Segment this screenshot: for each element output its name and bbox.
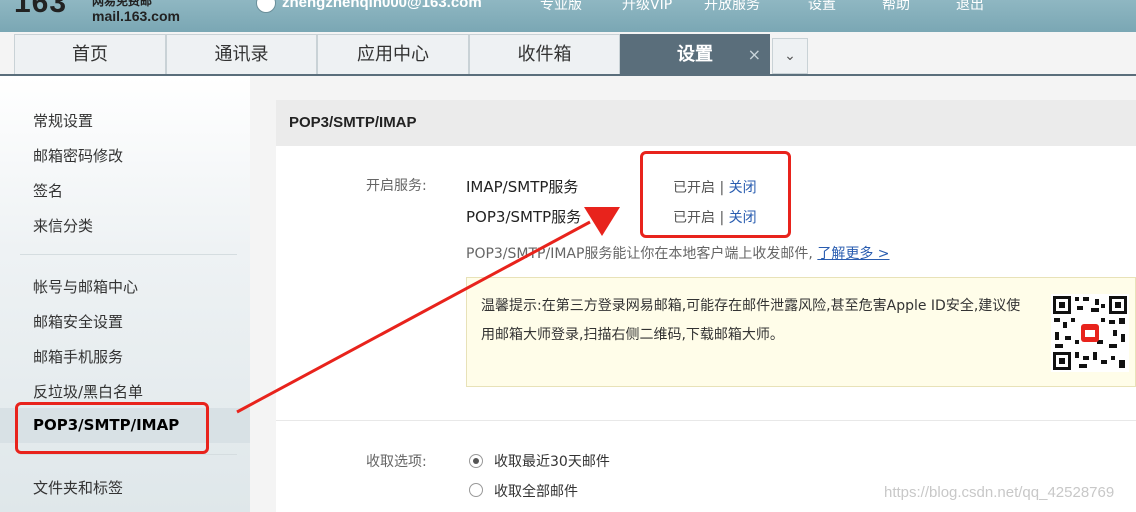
fetch-label: 收取选项: — [366, 454, 427, 470]
sidebar-item-mobile-service[interactable]: 邮箱手机服务 — [33, 346, 123, 367]
sidebar-item-account-center[interactable]: 帐号与邮箱中心 — [33, 276, 138, 297]
qr-code-icon[interactable] — [1051, 294, 1129, 372]
sidebar-item-mail-filter[interactable]: 来信分类 — [33, 215, 93, 236]
imap-service-name: IMAP/SMTP服务 — [466, 178, 579, 196]
sidebar-item-folders-tags[interactable]: 文件夹和标签 — [33, 477, 123, 498]
annotation-sidebar-box — [15, 402, 209, 454]
tab-bar: 首页 通讯录 应用中心 收件箱 设置 × ⌄ — [14, 34, 1136, 74]
logo-domain: mail.163.com — [92, 8, 180, 24]
sidebar-divider — [20, 254, 237, 255]
pop3-service-name: POP3/SMTP服务 — [466, 208, 582, 226]
sidebar-item-signature[interactable]: 签名 — [33, 180, 63, 201]
nav-logout[interactable]: 退出 — [956, 0, 984, 14]
watermark: https://blog.csdn.net/qq_42528769 — [884, 484, 1115, 501]
sidebar-divider — [20, 454, 237, 455]
description-text: POP3/SMTP/IMAP服务能让你在本地客户端上收发邮件, — [466, 246, 813, 262]
tab-home[interactable]: 首页 — [14, 34, 166, 74]
radio-recent-30-days[interactable] — [469, 454, 483, 468]
tab-app-center[interactable]: 应用中心 — [317, 34, 469, 74]
tab-settings-label: 设置 — [677, 44, 713, 65]
section-divider — [276, 420, 1136, 421]
sidebar-item-antispam[interactable]: 反垃圾/黑白名单 — [33, 381, 143, 402]
service-label: 开启服务: — [366, 178, 427, 194]
user-avatar-icon[interactable] — [256, 0, 276, 13]
nav-vip[interactable]: 升级VIP — [622, 0, 672, 14]
sidebar-item-password[interactable]: 邮箱密码修改 — [33, 145, 123, 166]
top-banner: 163 网易免费邮 mail.163.com zhengzhenqin000@1… — [0, 0, 1136, 32]
learn-more-link[interactable]: 了解更多 > — [817, 246, 889, 262]
sidebar-item-general[interactable]: 常规设置 — [33, 110, 93, 131]
annotation-status-box — [640, 151, 791, 238]
chevron-down-icon[interactable]: ⌄ — [772, 38, 808, 74]
nav-pro[interactable]: 专业版 — [540, 0, 582, 14]
sidebar-item-security[interactable]: 邮箱安全设置 — [33, 311, 123, 332]
page-title: POP3/SMTP/IMAP — [289, 114, 417, 131]
logo-163[interactable]: 163 — [14, 0, 67, 20]
tab-contacts[interactable]: 通讯录 — [166, 34, 317, 74]
user-email[interactable]: zhengzhenqin000@163.com — [282, 0, 482, 11]
notice-text: 温馨提示:在第三方登录网易邮箱,可能存在邮件泄露风险,甚至危害Apple ID安… — [481, 298, 1021, 343]
security-notice: 温馨提示:在第三方登录网易邮箱,可能存在邮件泄露风险,甚至危害Apple ID安… — [466, 277, 1136, 387]
tab-settings[interactable]: 设置 × — [620, 34, 770, 74]
option-all-mail[interactable]: 收取全部邮件 — [494, 481, 578, 501]
service-description: POP3/SMTP/IMAP服务能让你在本地客户端上收发邮件, 了解更多 > — [466, 243, 890, 263]
nav-open-service[interactable]: 开放服务 — [704, 0, 760, 14]
nav-help[interactable]: 帮助 — [882, 0, 910, 14]
close-icon[interactable]: × — [748, 35, 761, 75]
nav-settings[interactable]: 设置 — [808, 0, 836, 14]
tab-inbox[interactable]: 收件箱 — [469, 34, 620, 74]
radio-all-mail[interactable] — [469, 483, 483, 497]
option-recent-30-days[interactable]: 收取最近30天邮件 — [494, 451, 610, 471]
